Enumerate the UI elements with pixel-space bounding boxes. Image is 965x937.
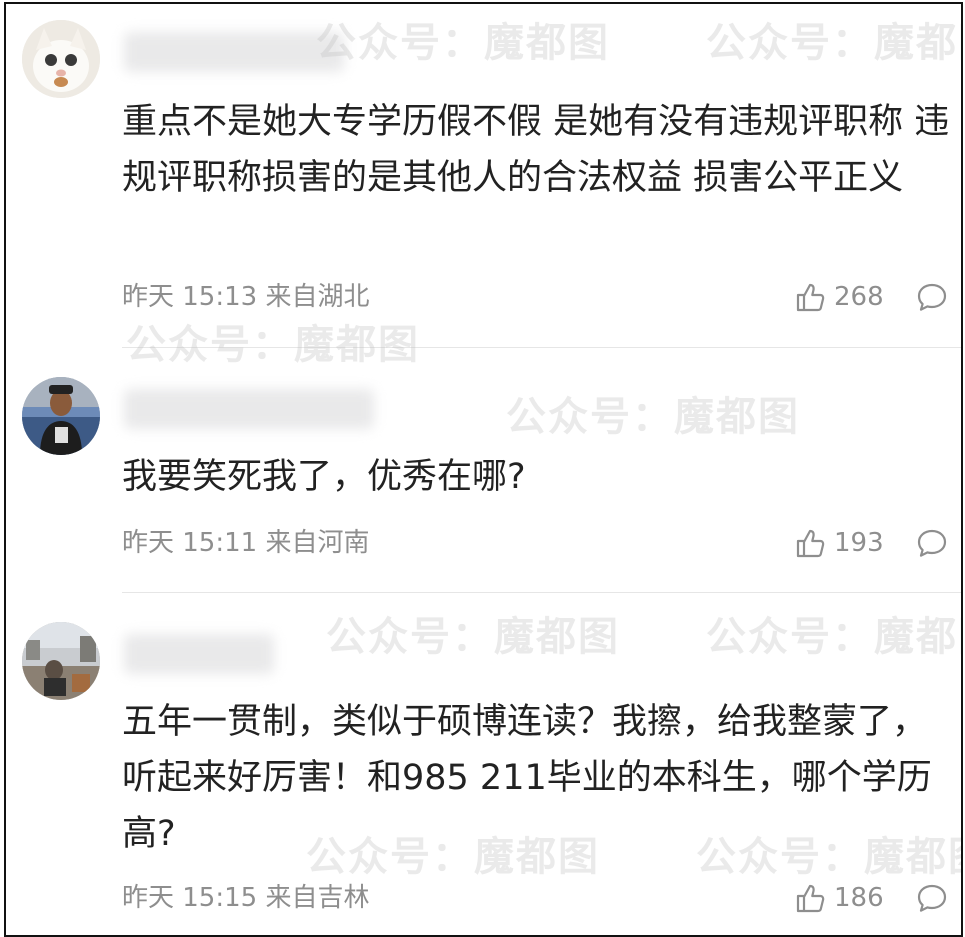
blurred-username[interactable] [124,32,344,72]
comment-meta: 昨天 15:13 来自湖北 [122,282,370,312]
reply-button[interactable] [916,527,948,563]
comment-text: 重点不是她大专学历假不假 是她有没有违规评职称 违规评职称损害的是其他人的合法权… [122,102,950,198]
like-count: 193 [834,528,884,558]
like-button[interactable]: 193 [794,526,884,560]
user-avatar[interactable] [22,377,100,455]
street-avatar-icon [22,622,100,700]
reply-button[interactable] [916,882,948,918]
user-avatar[interactable] [22,20,100,98]
user-avatar[interactable] [22,622,100,700]
divider [122,592,961,593]
divider [122,347,961,348]
comment-text: 我要笑死我了，优秀在哪? [122,457,526,497]
comment-bubble-icon [917,884,947,912]
comment-bubble-icon [917,283,947,311]
blurred-username[interactable] [124,389,374,429]
like-count: 268 [834,282,884,312]
comment-item: 重点不是她大专学历假不假 是她有没有违规评职称 违规评职称损害的是其他人的合法权… [6,4,961,349]
thumbs-up-icon [796,884,825,913]
comment-item: 我要笑死我了，优秀在哪? 昨天 15:11 来自河南 193 [6,349,961,594]
man-avatar-icon [22,377,100,455]
like-count: 186 [834,883,884,913]
comment-meta: 昨天 15:11 来自河南 [122,528,370,558]
cat-avatar-icon [22,20,100,98]
comment-bubble-icon [917,529,947,557]
reply-button[interactable] [916,281,948,317]
comment-meta: 昨天 15:15 来自吉林 [122,883,370,913]
like-button[interactable]: 268 [794,280,884,314]
comment-text: 五年一贯制，类似于硕博连读？我擦，给我整蒙了，听起来好厉害！和985 211毕业… [122,702,932,854]
thumbs-up-icon [796,529,825,558]
thumbs-up-icon [796,283,825,312]
blurred-username[interactable] [124,634,274,674]
comment-item: 五年一贯制，类似于硕博连读？我擦，给我整蒙了，听起来好厉害！和985 211毕业… [6,594,961,935]
like-button[interactable]: 186 [794,881,884,915]
comment-list: 重点不是她大专学历假不假 是她有没有违规评职称 违规评职称损害的是其他人的合法权… [4,2,963,937]
